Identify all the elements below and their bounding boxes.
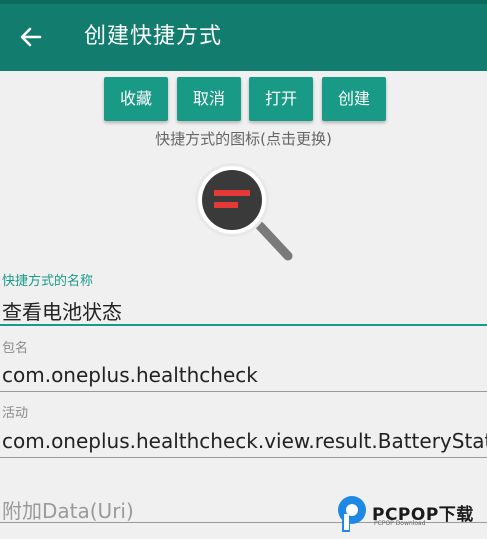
package-underline [0, 391, 487, 392]
watermark-subtext: PCPOP Download [374, 520, 426, 527]
activity-label: 活动 [2, 406, 29, 421]
watermark: PCPOP下载 PCPOP Download [336, 494, 487, 534]
open-button[interactable]: 打开 [249, 77, 313, 121]
app-bar: 创建快捷方式 [0, 4, 487, 71]
name-underline [0, 324, 487, 326]
package-label: 包名 [2, 341, 29, 356]
package-input[interactable]: com.oneplus.healthcheck [2, 363, 487, 387]
create-button[interactable]: 创建 [322, 77, 386, 121]
arrow-left-icon [20, 27, 42, 47]
shortcut-icon-picker[interactable] [190, 162, 300, 262]
page-title: 创建快捷方式 [84, 24, 223, 49]
activity-input[interactable]: com.oneplus.healthcheck.view.result.Batt… [2, 429, 487, 453]
name-label: 快捷方式的名称 [2, 274, 94, 289]
back-button[interactable] [18, 24, 44, 50]
magnifier-list-icon [195, 163, 293, 261]
icon-hint: 快捷方式的图标(点击更换) [155, 130, 332, 148]
name-input[interactable]: 查看电池状态 [2, 296, 487, 325]
activity-underline [0, 457, 487, 458]
favorite-button[interactable]: 收藏 [104, 77, 168, 121]
cancel-button[interactable]: 取消 [177, 77, 241, 121]
pcpop-logo-icon [338, 496, 366, 532]
